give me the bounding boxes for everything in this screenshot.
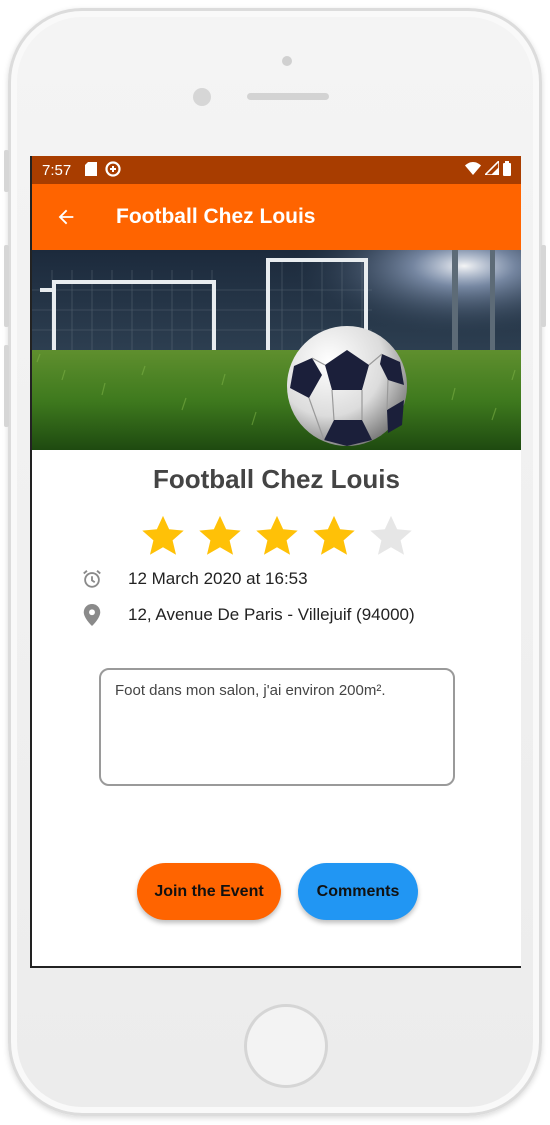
event-description-box[interactable]: Foot dans mon salon, j'ai environ 200m². [99, 668, 455, 786]
star-filled-icon[interactable] [140, 513, 186, 559]
app-bar-title: Football Chez Louis [116, 205, 316, 228]
wifi-icon [465, 161, 481, 179]
location-pin-icon [80, 603, 104, 627]
rating-stars[interactable] [32, 513, 521, 559]
comments-button[interactable]: Comments [298, 863, 418, 920]
power-button [541, 245, 546, 327]
status-bar: 7:57 [32, 156, 521, 184]
star-filled-icon[interactable] [254, 513, 300, 559]
signal-icon [483, 159, 500, 179]
event-date-row: 12 March 2020 at 16:53 [80, 567, 521, 591]
earpiece-speaker [247, 93, 329, 100]
status-time: 7:57 [42, 161, 72, 179]
battery-icon [503, 160, 511, 180]
sd-card-icon [85, 161, 98, 179]
event-cover-image [32, 250, 521, 450]
home-button[interactable] [244, 1004, 328, 1088]
volume-down-button [4, 345, 9, 427]
event-address-row: 12, Avenue De Paris - Villejuif (94000) [80, 603, 521, 627]
status-icons [465, 159, 511, 180]
arrow-left-icon[interactable] [52, 203, 80, 231]
alarm-clock-icon [80, 567, 104, 591]
data-saver-icon [105, 160, 121, 180]
event-title: Football Chez Louis [153, 464, 400, 494]
star-filled-icon[interactable] [311, 513, 357, 559]
join-event-button[interactable]: Join the Event [137, 863, 281, 920]
volume-up-button [4, 245, 9, 327]
proximity-sensor [282, 56, 292, 66]
star-empty-icon[interactable] [368, 513, 414, 559]
event-date: 12 March 2020 at 16:53 [128, 569, 308, 588]
star-filled-icon[interactable] [197, 513, 243, 559]
app-screen: 7:57 Football Chez Louis Football Chez L… [30, 156, 521, 968]
app-bar: Football Chez Louis [32, 184, 521, 250]
event-address: 12, Avenue De Paris - Villejuif (94000) [128, 605, 415, 624]
front-camera [193, 88, 211, 106]
mute-switch [4, 150, 9, 192]
event-description: Foot dans mon salon, j'ai environ 200m². [115, 682, 386, 699]
